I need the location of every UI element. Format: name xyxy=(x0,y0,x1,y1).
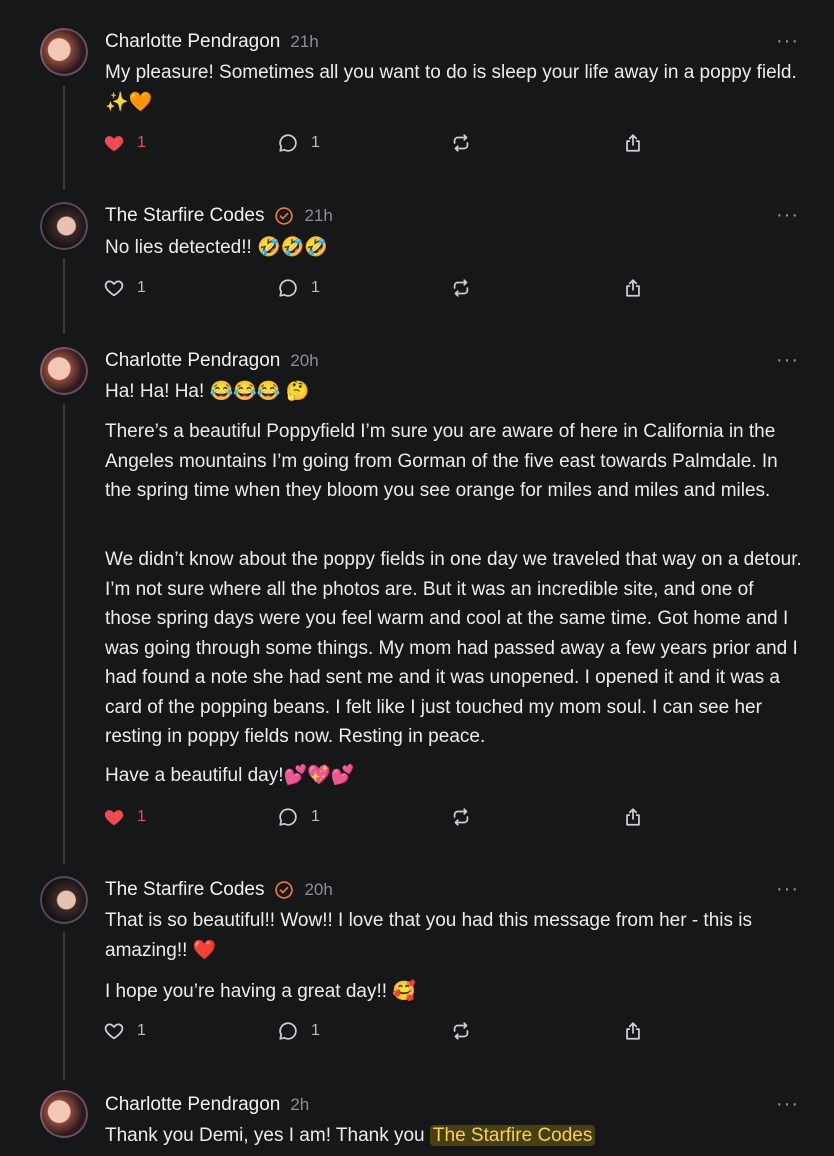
avatar[interactable] xyxy=(40,876,88,924)
post-header: The Starfire Codes 20h xyxy=(105,877,333,903)
post-header: Charlotte Pendragon 20h xyxy=(105,348,319,374)
post-header: Charlotte Pendragon 21h xyxy=(105,29,319,55)
like-button[interactable]: 1 xyxy=(103,275,146,301)
share-button[interactable] xyxy=(622,130,644,156)
post-text: I hope you’re having a great day!! 🥰 xyxy=(105,981,416,1002)
reply-count: 1 xyxy=(311,808,320,825)
thread-line xyxy=(63,404,65,864)
share-icon xyxy=(626,279,640,297)
repost-button[interactable] xyxy=(450,275,472,301)
avatar[interactable] xyxy=(40,1090,88,1138)
share-icon xyxy=(626,1022,640,1040)
reply-count: 1 xyxy=(311,1022,320,1039)
repost-icon xyxy=(453,279,469,297)
reply-count: 1 xyxy=(311,134,320,151)
repost-icon xyxy=(453,1022,469,1040)
post-text: Ha! Ha! Ha! 😂😂😂 🤔 xyxy=(105,381,310,402)
share-button[interactable] xyxy=(622,804,644,830)
timestamp[interactable]: 2h xyxy=(290,1095,309,1115)
author-name[interactable]: Charlotte Pendragon xyxy=(105,350,280,372)
post-text: There’s a beautiful Poppyfield I’m sure … xyxy=(105,421,778,501)
more-options-icon[interactable]: ··· xyxy=(776,1093,799,1116)
like-count: 1 xyxy=(137,279,146,296)
post-text-body: Thank you Demi, yes I am! Thank you xyxy=(105,1125,430,1146)
repost-button[interactable] xyxy=(450,1018,472,1044)
comment-icon xyxy=(279,808,297,826)
post-text: My pleasure! Sometimes all you want to d… xyxy=(105,62,797,113)
heart-outline-icon xyxy=(104,1023,124,1040)
thread-line xyxy=(63,258,65,334)
repost-button[interactable] xyxy=(450,130,472,156)
mention-link[interactable]: The Starfire Codes xyxy=(429,1125,596,1146)
reply-count: 1 xyxy=(311,279,320,296)
post-header: The Starfire Codes 21h xyxy=(105,203,333,229)
author-name[interactable]: Charlotte Pendragon xyxy=(105,1094,280,1116)
like-button[interactable]: 1 xyxy=(103,1018,146,1044)
more-options-icon[interactable]: ··· xyxy=(776,878,799,901)
post-text: Thank you Demi, yes I am! Thank you The … xyxy=(105,1121,805,1151)
heart-filled-icon xyxy=(104,136,124,152)
like-count: 1 xyxy=(137,1022,146,1039)
more-options-icon[interactable]: ··· xyxy=(776,349,799,372)
timestamp[interactable]: 20h xyxy=(290,351,318,371)
share-button[interactable] xyxy=(622,1018,644,1044)
repost-icon xyxy=(453,808,469,826)
timestamp[interactable]: 21h xyxy=(304,206,332,226)
verified-badge-icon xyxy=(275,881,294,899)
like-count: 1 xyxy=(137,808,146,825)
reply-button[interactable]: 1 xyxy=(277,804,320,830)
like-count: 1 xyxy=(137,134,146,151)
avatar[interactable] xyxy=(40,28,88,76)
post-text: That is so beautiful!! Wow!! I love that… xyxy=(105,910,752,961)
comment-icon xyxy=(279,1022,297,1040)
post-header: Charlotte Pendragon 2h xyxy=(105,1092,309,1118)
post-text: Have a beautiful day!💕💖💕 xyxy=(105,765,355,786)
comment-icon xyxy=(279,134,297,152)
repost-button[interactable] xyxy=(450,804,472,830)
reply-button[interactable]: 1 xyxy=(277,275,320,301)
more-options-icon[interactable]: ··· xyxy=(776,204,799,227)
reply-button[interactable]: 1 xyxy=(277,1018,320,1044)
heart-outline-icon xyxy=(104,280,124,297)
share-button[interactable] xyxy=(622,275,644,301)
thread-line xyxy=(63,932,65,1080)
thread-line xyxy=(63,86,65,190)
reply-button[interactable]: 1 xyxy=(277,130,320,156)
avatar[interactable] xyxy=(40,347,88,395)
share-icon xyxy=(626,134,640,152)
author-name[interactable]: Charlotte Pendragon xyxy=(105,31,280,53)
avatar[interactable] xyxy=(40,202,88,250)
comment-icon xyxy=(279,279,297,297)
more-options-icon[interactable]: ··· xyxy=(776,30,799,53)
post-text: No lies detected!! 🤣🤣🤣 xyxy=(105,237,329,258)
verified-badge-icon xyxy=(275,207,294,225)
like-button[interactable]: 1 xyxy=(103,804,146,830)
like-button[interactable]: 1 xyxy=(103,130,146,156)
share-icon xyxy=(626,808,640,826)
post-text: We didn’t know about the poppy fields in… xyxy=(105,549,802,747)
timestamp[interactable]: 21h xyxy=(290,32,318,52)
heart-filled-icon xyxy=(104,810,124,826)
author-name[interactable]: The Starfire Codes xyxy=(105,879,264,901)
repost-icon xyxy=(453,134,469,152)
author-name[interactable]: The Starfire Codes xyxy=(105,205,264,227)
timestamp[interactable]: 20h xyxy=(304,880,332,900)
